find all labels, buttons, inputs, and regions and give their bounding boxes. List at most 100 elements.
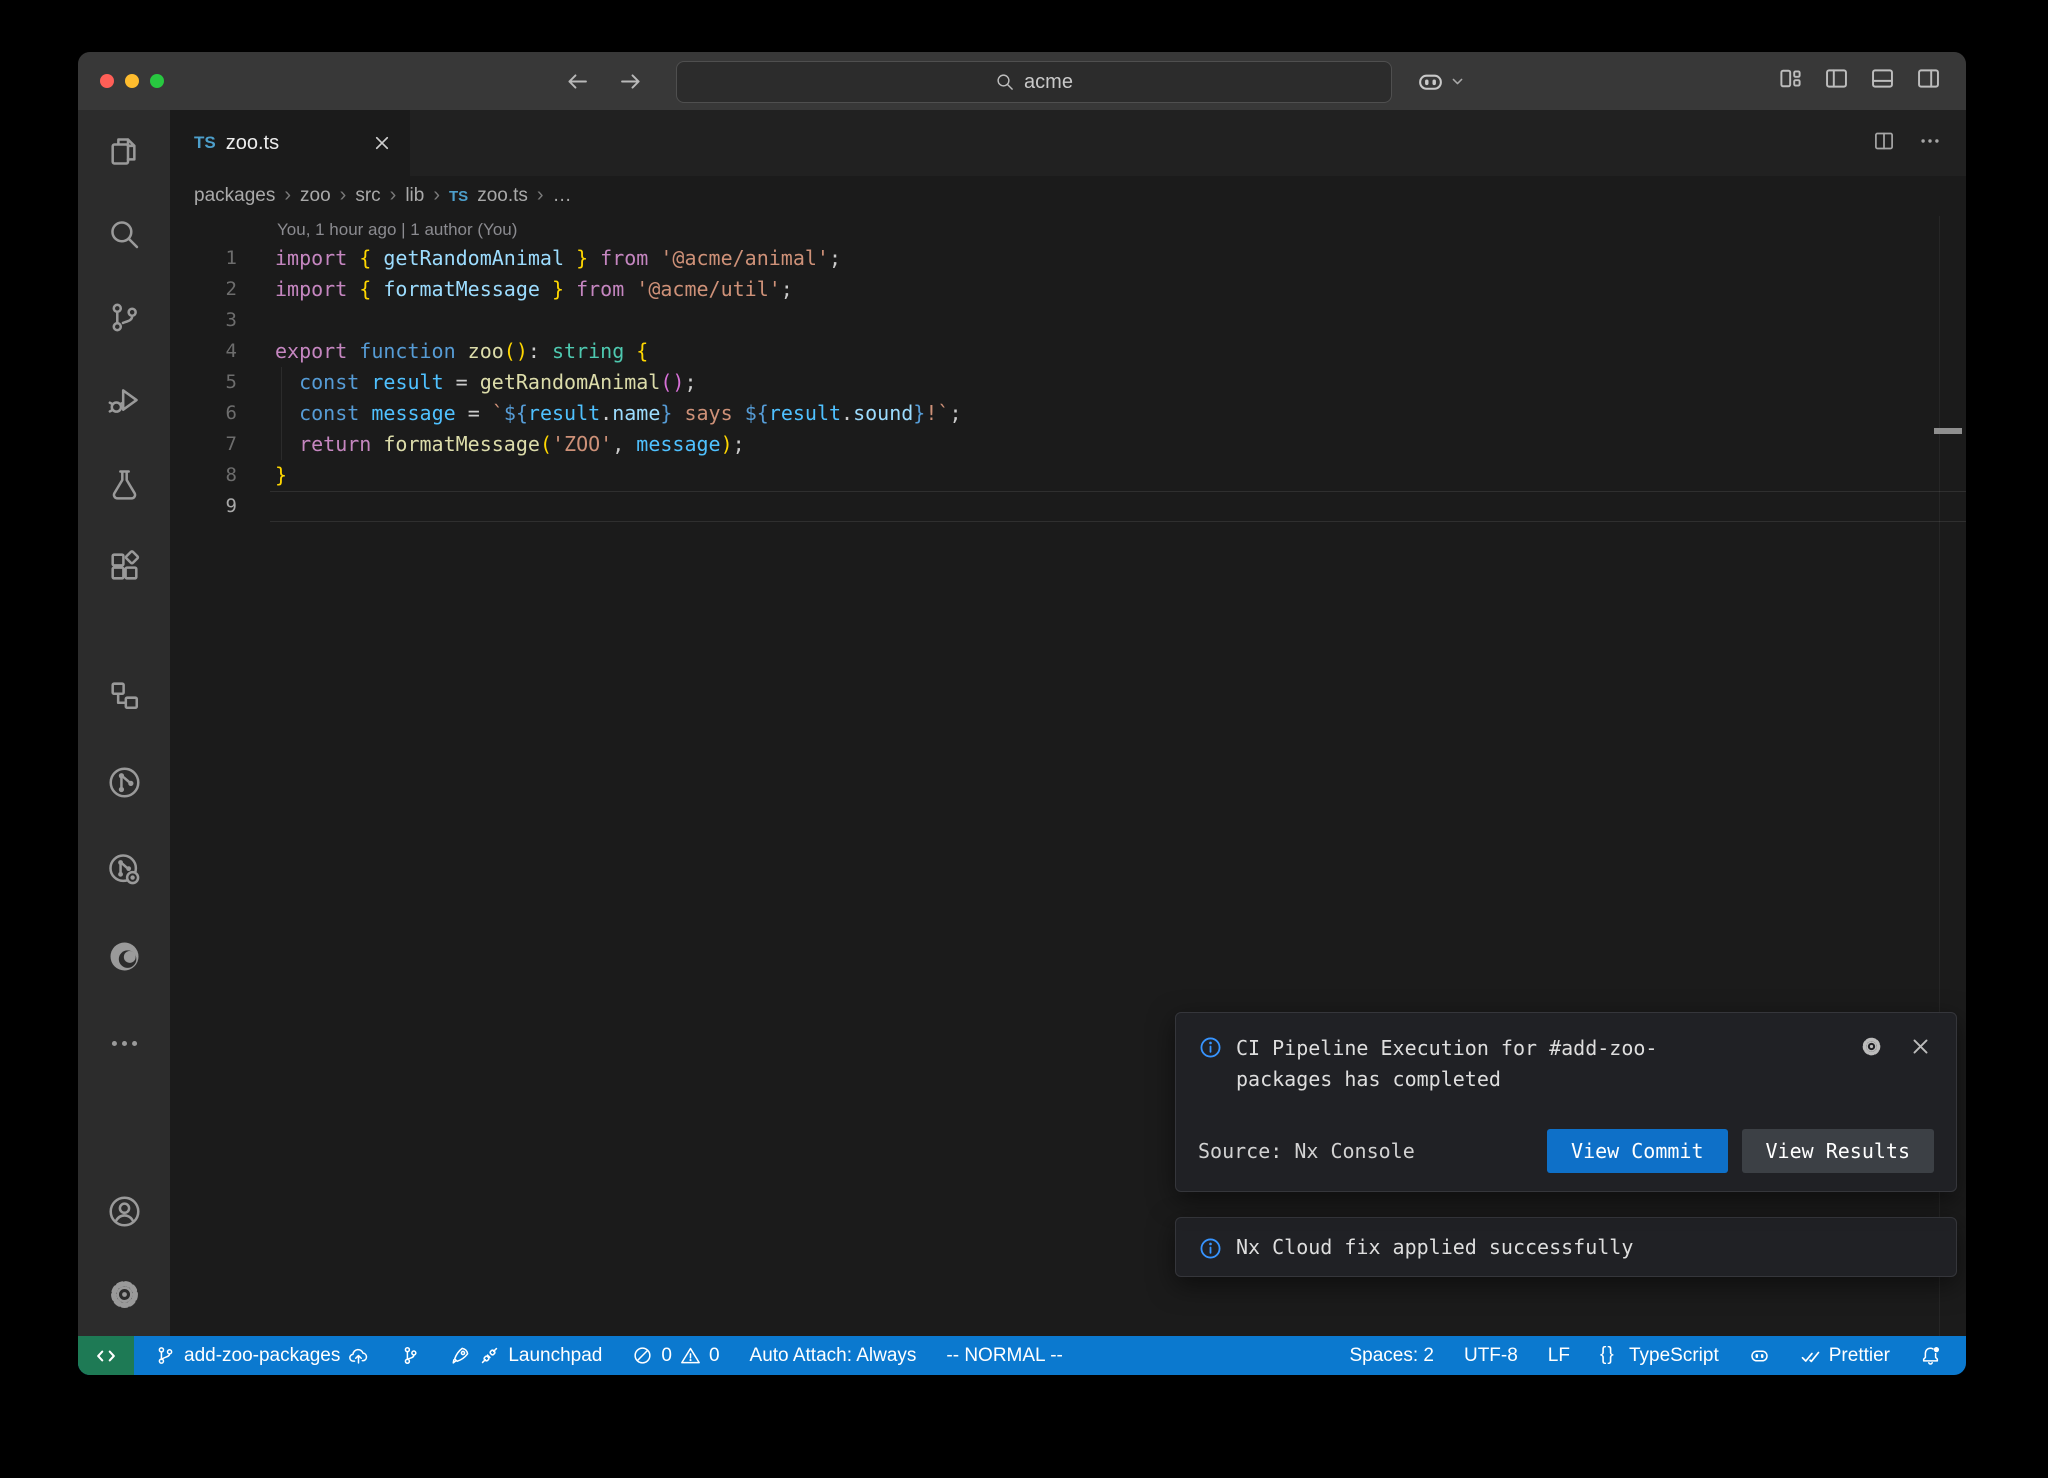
code-line[interactable]: 6 const message = `${result.name} says $… (170, 398, 1966, 429)
statusbar-git-branch[interactable]: add-zoo-packages (140, 1336, 384, 1375)
zoom-window-button[interactable] (150, 74, 164, 88)
split-editor-button[interactable] (1872, 129, 1896, 158)
panel-bottom-icon (1869, 65, 1896, 92)
sidebar-left-icon (1823, 65, 1850, 92)
breadcrumb-item[interactable]: lib (405, 185, 424, 207)
activity-testing[interactable] (78, 442, 170, 525)
notification-toast: CI Pipeline Execution for #add-zoo-packa… (1175, 1012, 1957, 1192)
copilot-icon (1416, 67, 1445, 96)
copilot-menu[interactable] (1416, 52, 1465, 110)
line-number[interactable]: 2 (170, 274, 237, 305)
line-number[interactable]: 4 (170, 336, 237, 367)
line-number[interactable]: 6 (170, 398, 237, 429)
statusbar-auto-attach[interactable]: Auto Attach: Always (735, 1336, 932, 1375)
info-icon (1198, 1236, 1223, 1261)
notification-toast: Nx Cloud fix applied successfully (1175, 1217, 1957, 1277)
warning-icon (680, 1345, 701, 1366)
statusbar-label: 0 (709, 1345, 720, 1367)
activity-extensions[interactable] (78, 525, 170, 608)
status-bar: add-zoo-packagesLaunchpad00Auto Attach: … (78, 1336, 1966, 1375)
activity-settings[interactable] (78, 1253, 170, 1336)
remote-indicator[interactable] (78, 1336, 134, 1375)
code-line[interactable]: 8} (170, 460, 1966, 491)
activity-nx-console[interactable] (78, 739, 170, 826)
statusbar-notifications-bell[interactable] (1905, 1336, 1956, 1375)
activity-more-views[interactable] (78, 1000, 170, 1087)
hierarchy-icon (107, 678, 142, 713)
search-icon (107, 217, 142, 252)
view-results-button[interactable]: View Results (1742, 1129, 1935, 1173)
breadcrumb-separator: › (537, 185, 544, 207)
breadcrumb-separator: › (284, 185, 291, 207)
breadcrumb-item[interactable]: zoo (300, 185, 331, 207)
breadcrumb-more[interactable]: … (553, 185, 572, 207)
code-text: import { formatMessage } from '@acme/uti… (237, 274, 793, 305)
statusbar-vim-mode[interactable]: -- NORMAL -- (931, 1336, 1077, 1375)
navigate-forward-icon[interactable] (617, 68, 644, 95)
statusbar-label: 0 (661, 1345, 672, 1367)
sidebar-right-icon (1915, 65, 1942, 92)
minimize-window-button[interactable] (125, 74, 139, 88)
statusbar-language-mode[interactable]: {}TypeScript (1585, 1336, 1734, 1375)
activity-nx-cloud[interactable] (78, 826, 170, 913)
notification-close-icon[interactable] (1909, 1035, 1932, 1058)
toggle-panel-button[interactable] (1869, 65, 1896, 97)
code-line[interactable]: 7 return formatMessage('ZOO', message); (170, 429, 1966, 460)
tab-label: zoo.ts (226, 132, 279, 155)
tab-zoo-ts[interactable]: TS zoo.ts (170, 110, 410, 176)
layout-icon (1777, 65, 1804, 92)
command-center-search[interactable]: acme (676, 61, 1392, 103)
toggle-primary-sidebar-button[interactable] (1823, 65, 1850, 97)
activity-accounts[interactable] (78, 1170, 170, 1253)
activity-search[interactable] (78, 193, 170, 276)
activity-edge-tools[interactable] (78, 913, 170, 1000)
notification-source: Source: Nx Console (1198, 1139, 1415, 1163)
code-text: export function zoo(): string { (237, 336, 648, 367)
navigate-back-icon[interactable] (564, 68, 591, 95)
breadcrumb-item[interactable]: packages (194, 185, 275, 207)
search-value: acme (1024, 71, 1073, 94)
line-number[interactable]: 1 (170, 243, 237, 274)
code-line[interactable]: 5 const result = getRandomAnimal(); (170, 367, 1966, 398)
view-commit-button[interactable]: View Commit (1547, 1129, 1727, 1173)
customize-layout-button[interactable] (1777, 65, 1804, 97)
close-window-button[interactable] (100, 74, 114, 88)
tab-close-icon[interactable] (372, 133, 392, 153)
activity-run-and-debug[interactable] (78, 359, 170, 442)
toggle-secondary-sidebar-button[interactable] (1915, 65, 1942, 97)
statusbar-problems[interactable]: 00 (617, 1336, 734, 1375)
ellipsis-icon (107, 1026, 142, 1061)
editor[interactable]: You, 1 hour ago | 1 author (You) 1import… (170, 216, 1966, 1336)
breadcrumb-item[interactable]: src (355, 185, 380, 207)
line-number[interactable]: 3 (170, 305, 237, 336)
code-line[interactable]: 9 (170, 491, 1966, 522)
code-line[interactable]: 2import { formatMessage } from '@acme/ut… (170, 274, 1966, 305)
line-number[interactable]: 9 (170, 491, 237, 522)
breadcrumb-item[interactable]: zoo.ts (477, 185, 528, 207)
line-number[interactable]: 7 (170, 429, 237, 460)
activity-references[interactable] (78, 652, 170, 739)
activity-explorer[interactable] (78, 110, 170, 193)
line-number[interactable]: 5 (170, 367, 237, 398)
activity-source-control[interactable] (78, 276, 170, 359)
breadcrumb: packages›zoo›src›lib›TSzoo.ts›… (170, 176, 1966, 216)
more-actions-button[interactable] (1918, 129, 1942, 158)
notification-settings-icon[interactable] (1860, 1035, 1883, 1058)
statusbar-copilot-status[interactable] (1734, 1336, 1785, 1375)
indent-guide (281, 367, 282, 460)
statusbar-eol[interactable]: LF (1533, 1336, 1585, 1375)
statusbar-encoding[interactable]: UTF-8 (1449, 1336, 1533, 1375)
statusbar-indentation[interactable]: Spaces: 2 (1334, 1336, 1449, 1375)
breadcrumb-separator: › (340, 185, 347, 207)
breadcrumb-separator: › (390, 185, 397, 207)
line-number[interactable]: 8 (170, 460, 237, 491)
statusbar-formatter-prettier[interactable]: Prettier (1785, 1336, 1905, 1375)
code-text (237, 305, 275, 336)
nx-graph-icon (107, 765, 142, 800)
code-line[interactable]: 4export function zoo(): string { (170, 336, 1966, 367)
ellipsis-icon (1918, 129, 1942, 153)
statusbar-source-control-graph[interactable] (384, 1336, 435, 1375)
statusbar-nx-launchpad[interactable]: Launchpad (435, 1336, 617, 1375)
code-line[interactable]: 3 (170, 305, 1966, 336)
code-line[interactable]: 1import { getRandomAnimal } from '@acme/… (170, 243, 1966, 274)
